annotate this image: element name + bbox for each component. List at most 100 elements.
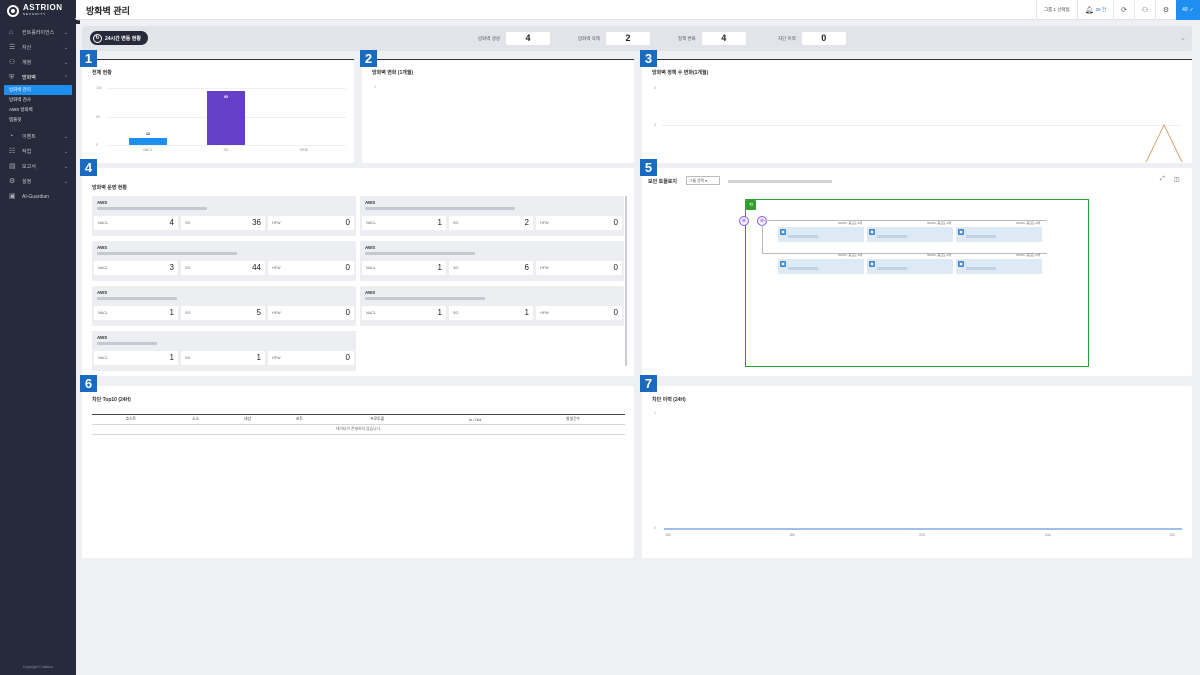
sidebar-item-controller[interactable]: ⌂ 컨트롤러이언스 ⌄ — [0, 25, 76, 40]
sidebar-item-events[interactable]: ◔ 이벤트 ⌄ — [0, 129, 76, 144]
ops-card[interactable]: AWS NACL 1 SG 6 HFW 0 — [360, 241, 624, 281]
ops-card[interactable]: AWS NACL 1 SG 5 HFW 0 — [92, 286, 356, 326]
bell-icon: 🔔︎ — [1084, 7, 1094, 14]
home-icon: ⌂ — [9, 29, 14, 36]
fw-change-panel: 방화벽 변화 (1개월) 1 — [362, 59, 634, 163]
group-select[interactable]: 그룹 선택 ▾ — [686, 176, 720, 185]
vpc-icon[interactable]: ⟲ — [746, 200, 756, 210]
account-name — [97, 297, 177, 300]
settings-button[interactable]: ⚙ — [1155, 0, 1176, 20]
submenu-firewall-manage[interactable]: 방화벽 관리 — [4, 85, 72, 95]
policy-series-line — [1145, 123, 1183, 163]
column-header[interactable]: In / Out — [428, 414, 522, 425]
shield-icon: ⛨ — [9, 74, 15, 81]
sidebar-item-tasks[interactable]: ☷ 작업 ⌄ — [0, 144, 76, 159]
chevron-double-down-icon[interactable]: ⌄ — [1180, 34, 1186, 42]
nacl-cell: NACL 1 — [362, 216, 446, 230]
user-menu[interactable]: 49 ✓ — [1176, 0, 1200, 20]
panel-title: 방화벽 운영 현황 — [92, 185, 127, 191]
provider-label: AWS — [365, 245, 376, 250]
fullscreen-icon[interactable]: ⤢ — [1160, 176, 1165, 183]
event-icon: ◔ — [9, 133, 14, 140]
column-header[interactable]: 포트 — [273, 414, 326, 425]
top10-table: 호스트 소스 대상 포트 프로토콜 In / Out 발생건수 데이터가 존재하… — [92, 414, 625, 435]
topbar: 방화벽 관리 그룹 1 선택됨 🔔︎ 25 건 ⟳ ⚇ ⚙ 49 ✓ — [76, 0, 1200, 20]
topology-node[interactable]: ▣ 50.0%, 중요도 0개 — [956, 253, 1042, 274]
column-header[interactable]: 프로토콜 — [325, 414, 429, 425]
ops-card[interactable]: AWS NACL 3 SG 44 HFW 0 — [92, 241, 356, 281]
sidebar: ASTRION SECURITY ⌂ 컨트롤러이언스 ⌄ ☰ 자산 ⌄ ⚇ 계정 ⌄ ⛨ 방화벽… — [0, 0, 76, 675]
panel-title: 보안 토폴로지 — [648, 179, 677, 185]
topology-node[interactable]: ▣ 50.0%, 중요도 0개 — [867, 221, 953, 242]
submenu-firewall-inspect[interactable]: 방화벽 검사 — [4, 95, 72, 105]
topology-node[interactable]: ▣ 50.0%, 중요도 0개 — [956, 221, 1042, 242]
scrollbar[interactable] — [625, 196, 627, 366]
y-tick: 100 — [96, 86, 102, 90]
topology-path — [728, 180, 832, 183]
users-icon: ⚇ — [9, 59, 16, 66]
panel-title: 차단 Top10 (24H) — [92, 397, 131, 403]
ops-card[interactable]: AWS NACL 1 SG 1 HFW 0 — [360, 286, 624, 326]
sidebar-item-assets[interactable]: ☰ 자산 ⌄ — [0, 40, 76, 55]
status-pill[interactable]: ↻ 24시간 변동 현황 — [90, 31, 148, 45]
account-name — [97, 207, 207, 210]
layout-icon[interactable]: ◫ — [1174, 176, 1180, 183]
bar-nacl[interactable] — [129, 138, 167, 145]
logo[interactable]: ASTRION SECURITY — [0, 0, 76, 22]
account-name — [97, 342, 157, 345]
section-badge-1: 1 — [80, 50, 97, 67]
refresh-button[interactable]: ⟳ — [1113, 0, 1134, 20]
sidebar-nav: ⌂ 컨트롤러이언스 ⌄ ☰ 자산 ⌄ ⚇ 계정 ⌄ ⛨ 방화벽 ⌃ 방화벽 관리 방화벽 검사 … — [0, 25, 76, 204]
stat-fw-created: 방화벽 생성 4 — [478, 32, 550, 45]
ops-card[interactable]: AWS NACL 1 SG 1 HFW 0 — [92, 331, 356, 371]
topology-node[interactable]: ▣ 50.0%, 중요도 0개 — [778, 253, 864, 274]
chevron-down-icon: ⌄ — [63, 163, 68, 170]
submenu-aws-firewall[interactable]: AWS 방화벽 — [4, 105, 72, 115]
provider-label: AWS — [97, 200, 108, 205]
globe-icon[interactable]: ⊕ — [739, 216, 749, 226]
stat-block-history: 차단 이력 0 — [778, 32, 846, 45]
chevron-down-icon: ⌄ — [63, 59, 68, 66]
submenu-template[interactable]: 템플릿 — [4, 115, 72, 125]
sg-cell: SG 2 — [449, 216, 533, 230]
chevron-up-icon: ⌃ — [63, 74, 68, 81]
page-title: 방화벽 관리 — [86, 6, 130, 16]
sidebar-item-accounts[interactable]: ⚇ 계정 ⌄ — [0, 55, 76, 70]
bar-sg[interactable] — [207, 90, 245, 145]
chevron-down-icon: ⌄ — [63, 133, 68, 140]
topology-node[interactable]: ▣ 50.0%, 중요도 0개 — [867, 253, 953, 274]
column-header[interactable]: 소스 — [169, 414, 222, 425]
nacl-cell: NACL 1 — [94, 351, 178, 365]
sidebar-item-settings[interactable]: ⚙ 설정 ⌄ — [0, 174, 76, 189]
gear-icon: ⚙ — [9, 178, 16, 185]
x-tick: 15h — [665, 533, 671, 537]
y-tick: 50 — [96, 114, 100, 119]
nacl-cell: NACL 1 — [362, 261, 446, 275]
column-header[interactable]: 대상 — [221, 414, 274, 425]
provider-label: AWS — [97, 290, 108, 295]
sidebar-item-ai-guardian[interactable]: ▣ AI-Guardian — [0, 189, 76, 204]
sg-cell: SG 36 — [181, 216, 265, 230]
gear-icon: ⚙ — [1162, 7, 1170, 14]
column-header[interactable]: 호스트 — [92, 414, 170, 425]
hfw-cell: HFW 0 — [536, 216, 622, 230]
bar-value-label: 95 — [224, 94, 228, 99]
sidebar-item-reports[interactable]: ▤ 보고서 ⌄ — [0, 159, 76, 174]
provider-label: AWS — [365, 290, 376, 295]
report-icon: ▤ — [9, 163, 16, 170]
empty-message: 데이터가 존재하지 않습니다. — [92, 424, 625, 435]
chevron-down-icon: ⌄ — [63, 29, 68, 36]
topology-node[interactable]: ▣ 50.0%, 중요도 0개 — [778, 221, 864, 242]
chevron-down-icon: ⌄ — [63, 178, 68, 185]
ops-card[interactable]: AWS NACL 1 SG 2 HFW 0 — [360, 196, 624, 236]
provider-label: AWS — [97, 245, 108, 250]
ops-card[interactable]: AWS NACL 4 SG 36 HFW 0 — [92, 196, 356, 236]
sidebar-item-firewall[interactable]: ⛨ 방화벽 ⌃ — [0, 70, 76, 85]
column-header[interactable]: 발생건수 — [521, 414, 625, 425]
profile-button[interactable]: ⚇ — [1134, 0, 1155, 20]
group-selector[interactable]: 그룹 1 선택됨 — [1036, 0, 1077, 20]
overall-status-panel: 전체 현황 100 50 0 12 NACL 95 SG HFW — [82, 59, 354, 163]
check-icon: ✓ — [1189, 7, 1194, 13]
alerts-button[interactable]: 🔔︎ 25 건 — [1076, 0, 1113, 20]
y-tick: 0 — [96, 143, 98, 147]
